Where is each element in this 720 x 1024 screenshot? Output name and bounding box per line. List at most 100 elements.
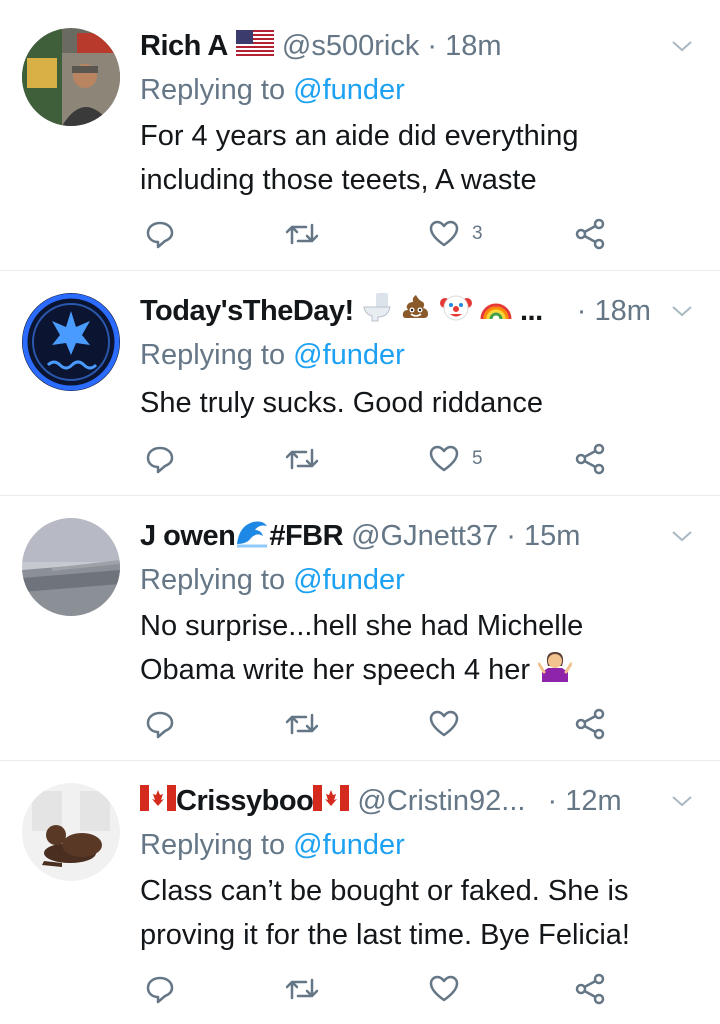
reply-icon: [146, 976, 174, 1004]
replying-to-label: Replying to: [140, 829, 286, 861]
person-shrugging-icon: [537, 648, 573, 695]
tweet-text-line: No surprise...hell she had Michelle: [140, 610, 584, 642]
share-button[interactable]: [574, 704, 606, 744]
like-button[interactable]: [428, 704, 472, 744]
separator-dot: ·: [576, 295, 587, 328]
tweet-text: She truly sucks. Good riddance: [140, 381, 700, 425]
reply-icon: [146, 221, 174, 249]
wave-icon: [235, 516, 269, 559]
chevron-down-icon[interactable]: [670, 789, 694, 813]
heart-icon: [429, 445, 459, 472]
reply-button[interactable]: [144, 969, 176, 1009]
author-name[interactable]: Crissyboo: [176, 785, 314, 817]
like-button[interactable]: [428, 969, 472, 1009]
tweet-header: Today'sTheDay! ... · 18m: [140, 291, 651, 331]
replying-to: Replying to @funder: [140, 560, 405, 600]
avatar[interactable]: [22, 28, 120, 126]
mention-link[interactable]: @funder: [293, 339, 405, 371]
heart-icon: [429, 220, 459, 247]
chevron-down-icon[interactable]: [670, 34, 694, 58]
author-name[interactable]: J owen: [140, 520, 236, 552]
replying-to-label: Replying to: [140, 564, 286, 596]
replying-to-label: Replying to: [140, 74, 286, 106]
share-icon: [575, 443, 605, 475]
retweet-icon: [285, 448, 319, 470]
name-truncation: ...: [520, 295, 543, 328]
timestamp[interactable]: 18m: [445, 30, 501, 62]
mention-link[interactable]: @funder: [293, 74, 405, 106]
tweet[interactable]: Today'sTheDay! ... · 18m Replying to @fu…: [0, 271, 720, 496]
like-count: 5: [472, 448, 483, 469]
tweet-text: For 4 years an aide did everything inclu…: [140, 114, 700, 202]
flag-us-icon: [235, 27, 274, 67]
rainbow-icon: [480, 291, 512, 334]
tweet-text-line: For 4 years an aide did everything: [140, 120, 579, 152]
author-handle[interactable]: @s500rick: [282, 30, 419, 62]
separator-dot: ·: [427, 30, 438, 62]
heart-icon: [429, 710, 459, 737]
heart-icon: [429, 975, 459, 1002]
tweet-text-line: proving it for the last time. Bye Felici…: [140, 919, 630, 951]
retweet-button[interactable]: [284, 439, 320, 479]
tweet-text-line: She truly sucks. Good riddance: [140, 387, 543, 419]
share-icon: [575, 218, 605, 250]
retweet-button[interactable]: [284, 704, 320, 744]
author-hashtag[interactable]: #FBR: [269, 520, 343, 552]
avatar[interactable]: [22, 293, 120, 391]
chevron-down-icon[interactable]: [670, 524, 694, 548]
flag-canada-icon: [140, 782, 176, 822]
reply-button[interactable]: [144, 214, 176, 254]
mention-link[interactable]: @funder: [293, 564, 405, 596]
replying-to: Replying to @funder: [140, 70, 405, 110]
chevron-down-icon[interactable]: [670, 299, 694, 323]
tweet-text: No surprise...hell she had Michelle Obam…: [140, 604, 700, 695]
replying-to: Replying to @funder: [140, 825, 405, 865]
tweet-actions: [140, 704, 620, 744]
reply-button[interactable]: [144, 704, 176, 744]
replying-to-label: Replying to: [140, 339, 286, 371]
avatar[interactable]: [22, 518, 120, 616]
timestamp[interactable]: 12m: [565, 785, 621, 817]
share-button[interactable]: [574, 214, 606, 254]
tweet[interactable]: J owen #FBR @GJnett37 · 15m Replying to …: [0, 496, 720, 761]
like-count: 3: [472, 223, 483, 244]
timestamp[interactable]: 15m: [524, 520, 580, 552]
author-name[interactable]: Rich A: [140, 30, 228, 62]
poop-icon: [400, 291, 432, 334]
timestamp[interactable]: 18m: [594, 295, 650, 327]
tweet-header: Crissyboo @Cristin92... · 12m: [140, 781, 622, 821]
retweet-icon: [285, 978, 319, 1000]
tweet-actions: 3: [140, 214, 620, 254]
reply-button[interactable]: [144, 439, 176, 479]
share-button[interactable]: [574, 969, 606, 1009]
tweet[interactable]: Crissyboo @Cristin92... · 12m Replying t…: [0, 761, 720, 1024]
retweet-button[interactable]: [284, 969, 320, 1009]
retweet-button[interactable]: [284, 214, 320, 254]
share-icon: [575, 708, 605, 740]
replying-to: Replying to @funder: [140, 335, 405, 375]
tweet-text: Class can’t be bought or faked. She is p…: [140, 869, 700, 957]
author-handle[interactable]: @GJnett37: [351, 520, 498, 552]
reply-icon: [146, 446, 174, 474]
reply-icon: [146, 711, 174, 739]
share-button[interactable]: [574, 439, 606, 479]
like-button[interactable]: 5: [428, 439, 483, 479]
tweet-header: J owen #FBR @GJnett37 · 15m: [140, 516, 580, 556]
retweet-icon: [285, 223, 319, 245]
tweet-text-line: including those teeets, A waste: [140, 164, 537, 196]
clown-icon: [439, 291, 472, 334]
retweet-icon: [285, 713, 319, 735]
tweet-actions: 5: [140, 439, 620, 479]
tweet-header: Rich A @s500rick · 18m: [140, 26, 502, 66]
tweet-text-line: Class can’t be bought or faked. She is: [140, 875, 629, 907]
tweet-text-line-wrap: Obama write her speech 4 her: [140, 648, 700, 695]
author-handle[interactable]: @Cristin92...: [357, 785, 525, 817]
author-name[interactable]: Today'sTheDay!: [140, 295, 354, 327]
separator-dot: ·: [506, 520, 516, 553]
toilet-icon: [362, 291, 392, 334]
flag-canada-icon: [313, 782, 350, 822]
avatar[interactable]: [22, 783, 120, 881]
tweet[interactable]: Rich A @s500rick · 18m Replying to @fund…: [0, 0, 720, 271]
mention-link[interactable]: @funder: [293, 829, 405, 861]
like-button[interactable]: 3: [428, 214, 483, 254]
